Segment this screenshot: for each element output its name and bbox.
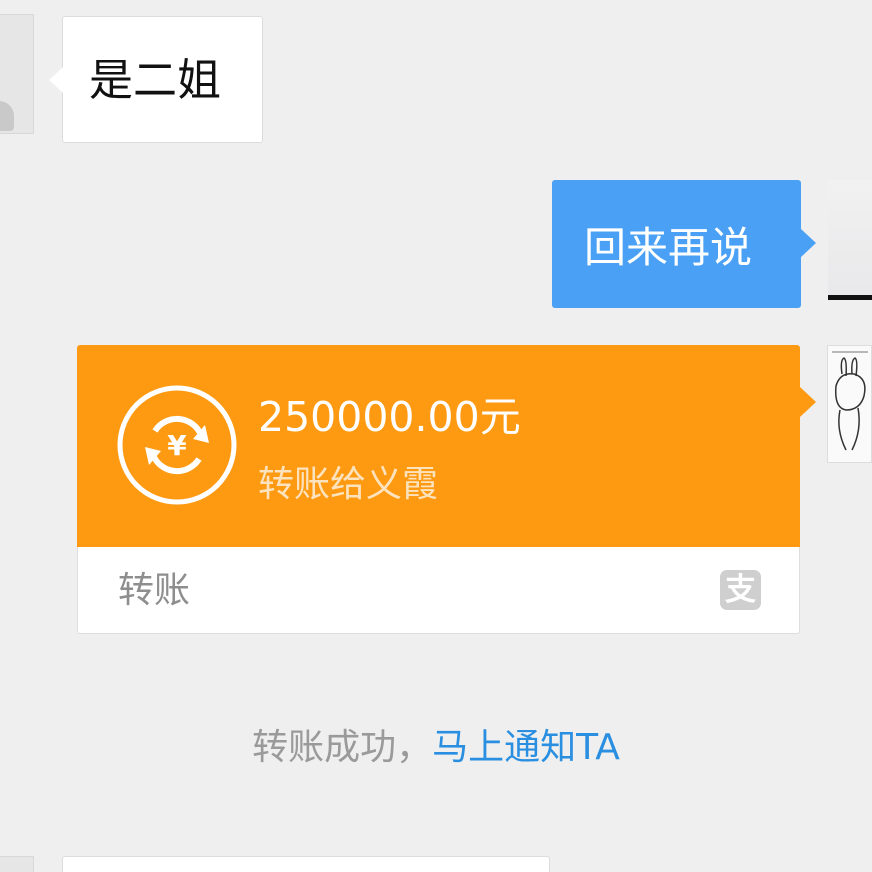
outgoing-message-bubble[interactable]: 回来再说 [552,180,816,308]
alipay-icon: 支 [720,570,761,610]
transfer-card-footer: 转账 支 [77,547,800,634]
bubble-tail [800,387,816,417]
system-notice: 转账成功，马上通知TA [0,720,872,776]
transfer-card-header: ¥ 250000.00元 转账给义霞 [77,345,816,547]
notice-text: 转账成功， [252,727,433,768]
my-avatar-sketch[interactable] [827,345,872,463]
bubble-tail [49,67,63,93]
my-avatar[interactable] [828,180,872,300]
transfer-card[interactable]: ¥ 250000.00元 转账给义霞 转账 支 [77,345,816,634]
bubble-tail [801,229,816,257]
contact-avatar[interactable] [0,856,34,872]
transfer-amount: 250000.00元 [258,393,521,441]
rabbit-sketch-icon [832,351,868,451]
outgoing-message-text: 回来再说 [584,223,753,272]
incoming-message-text: 是二姐 [89,55,221,106]
currency-symbol: ¥ [167,429,187,462]
alipay-glyph: 支 [725,572,756,608]
incoming-message-bubble[interactable] [62,856,550,872]
transfer-yuan-icon: ¥ [117,385,237,505]
incoming-message-bubble[interactable]: 是二姐 [49,16,263,143]
avatar-placeholder-icon [0,101,14,131]
transfer-type-label: 转账 [118,570,191,611]
contact-avatar[interactable] [0,14,34,134]
transfer-recipient: 转账给义霞 [258,464,439,505]
notify-link[interactable]: 马上通知TA [432,727,620,768]
